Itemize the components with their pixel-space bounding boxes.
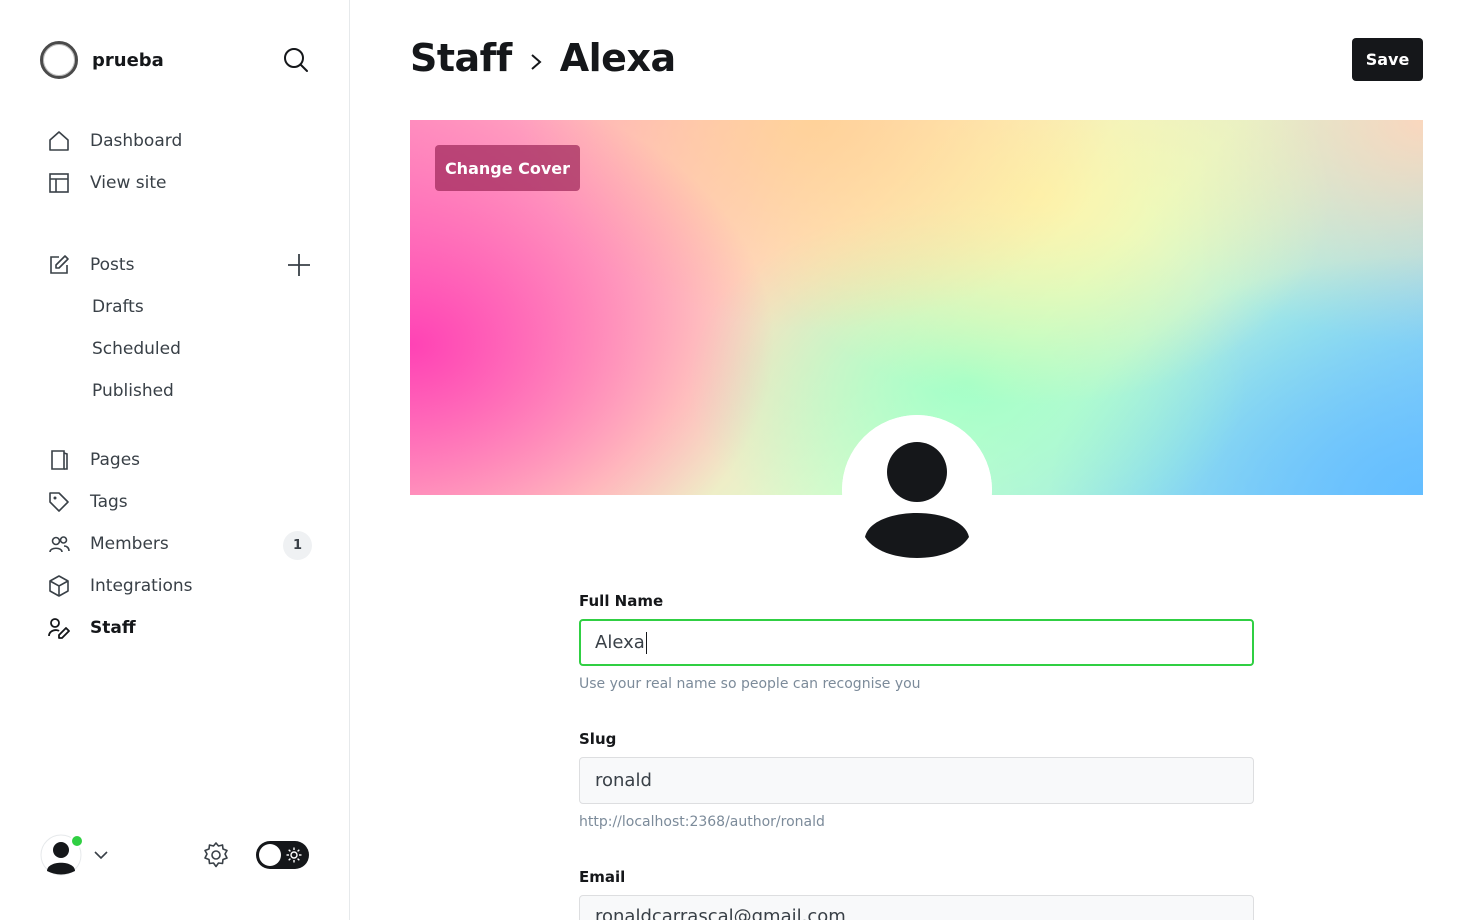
edit-icon	[46, 252, 72, 278]
slug-label: Slug	[579, 730, 617, 748]
chevron-down-icon	[94, 851, 108, 860]
full-name-hint: Use your real name so people can recogni…	[579, 676, 921, 692]
user-avatar	[40, 834, 84, 876]
gear-icon[interactable]	[202, 841, 230, 869]
breadcrumb: Staff Alexa	[410, 36, 676, 80]
site-brand[interactable]: prueba	[40, 40, 164, 80]
breadcrumb-staff-link[interactable]: Staff	[410, 36, 512, 80]
page-icon	[46, 447, 72, 473]
nav-tags-label: Tags	[90, 492, 128, 512]
online-status-dot	[70, 834, 84, 848]
slug-value: ronald	[595, 770, 652, 791]
site-logo	[40, 41, 78, 79]
members-count-badge: 1	[283, 531, 312, 560]
slug-url-hint: http://localhost:2368/author/ronald	[579, 814, 825, 830]
nav-view-site-label: View site	[90, 173, 167, 193]
layout-icon	[46, 170, 72, 196]
tag-icon	[46, 489, 72, 515]
search-icon[interactable]	[282, 46, 310, 74]
nav-integrations-label: Integrations	[90, 576, 193, 596]
nav-dashboard-label: Dashboard	[90, 131, 183, 151]
email-label: Email	[579, 868, 626, 886]
nav-members-label: Members	[90, 534, 169, 554]
page-title: Alexa	[559, 36, 676, 80]
members-icon	[46, 531, 72, 557]
nav-dashboard[interactable]: Dashboard	[46, 125, 182, 157]
text-caret	[645, 631, 647, 654]
email-input[interactable]: ronaldcarrascal@gmail.com	[579, 895, 1254, 920]
chevron-right-icon	[531, 54, 542, 70]
nav-scheduled[interactable]: Scheduled	[92, 334, 181, 364]
theme-toggle[interactable]	[256, 841, 309, 869]
nav-staff[interactable]: Staff	[46, 612, 136, 644]
nav-pages[interactable]: Pages	[46, 444, 140, 476]
nav-view-site[interactable]: View site	[46, 167, 166, 199]
change-cover-button[interactable]: Change Cover	[435, 145, 580, 191]
nav-tags[interactable]: Tags	[46, 486, 128, 518]
email-value: ronaldcarrascal@gmail.com	[595, 906, 846, 920]
nav-posts[interactable]: Posts	[46, 249, 134, 281]
nav-published[interactable]: Published	[92, 376, 174, 406]
nav-posts-label: Posts	[90, 255, 135, 275]
staff-icon	[46, 615, 72, 641]
full-name-input[interactable]: Alexa	[579, 619, 1254, 666]
save-button[interactable]: Save	[1352, 38, 1423, 81]
full-name-value: Alexa	[595, 632, 645, 653]
user-menu[interactable]	[40, 834, 110, 876]
nav-drafts[interactable]: Drafts	[92, 292, 144, 322]
nav-integrations[interactable]: Integrations	[46, 570, 193, 602]
slug-input[interactable]: ronald	[579, 757, 1254, 804]
profile-avatar[interactable]	[842, 415, 992, 565]
site-name: prueba	[92, 49, 164, 71]
nav-members[interactable]: Members	[46, 528, 169, 560]
home-icon	[46, 128, 72, 154]
sidebar: prueba Dashboard View site Posts Drafts …	[0, 0, 350, 920]
nav-pages-label: Pages	[90, 450, 141, 470]
toggle-knob	[259, 844, 281, 866]
full-name-label: Full Name	[579, 592, 664, 610]
plus-icon[interactable]	[286, 252, 312, 278]
nav-staff-label: Staff	[90, 618, 136, 638]
sun-icon	[286, 847, 302, 863]
cube-icon	[46, 573, 72, 599]
